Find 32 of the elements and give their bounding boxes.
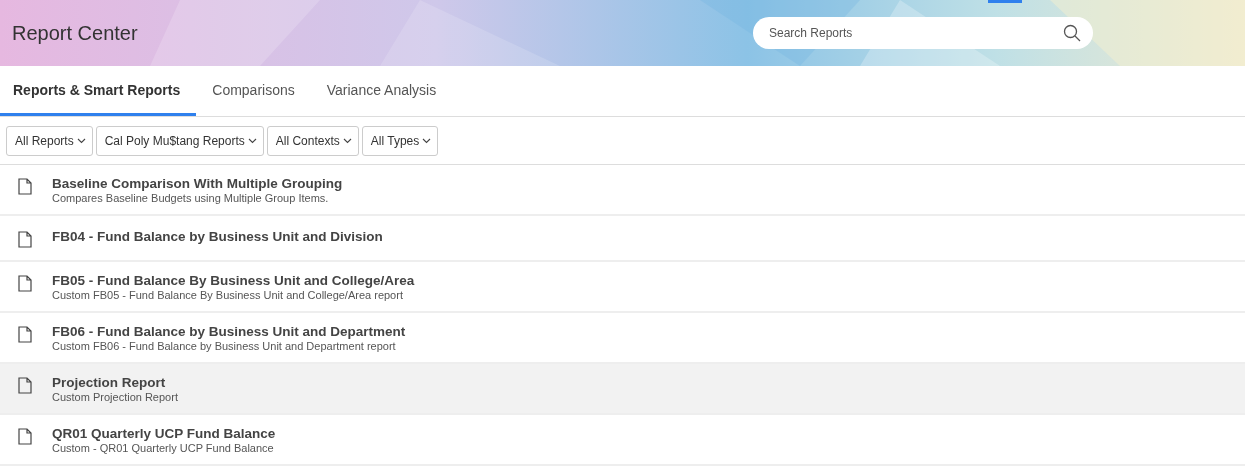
document-icon xyxy=(18,275,32,292)
tab[interactable]: Comparisons xyxy=(196,66,311,116)
tab[interactable]: Variance Analysis xyxy=(310,66,453,116)
document-icon xyxy=(18,231,32,248)
chevron-down-icon xyxy=(247,138,257,144)
report-description: Custom FB05 - Fund Balance By Business Unit and College/Area report xyxy=(52,289,404,301)
report-title: Baseline Comparison With Multiple Grouping xyxy=(52,176,343,191)
filter-dropdown[interactable]: All Reports xyxy=(6,126,93,156)
filter-dropdown[interactable]: All Contexts xyxy=(266,126,359,156)
report-title: FB06 - Fund Balance by Business Unit and Department xyxy=(52,324,406,339)
document-icon xyxy=(18,428,32,445)
report-description: Custom - QR01 Quarterly UCP Fund Balance xyxy=(52,442,275,454)
report-title: FB05 - Fund Balance By Business Unit and College/Area xyxy=(52,273,415,288)
report-description: Custom Projection Report xyxy=(52,391,178,403)
document-icon xyxy=(18,377,32,394)
filter-dropdown[interactable]: Cal Poly Mu$tang Reports xyxy=(95,126,264,156)
tab[interactable]: Reports & Smart Reports xyxy=(0,66,197,116)
search-icon[interactable] xyxy=(1063,24,1081,42)
filter-dropdown[interactable]: All Types xyxy=(361,126,439,156)
document-icon xyxy=(18,326,32,343)
report-description: Compares Baseline Budgets using Multiple Group Items. xyxy=(52,192,330,204)
chevron-down-icon xyxy=(76,138,86,144)
report-description: Custom FB06 - Fund Balance by Business Unit and Department report xyxy=(52,340,397,352)
report-title: Projection Report xyxy=(52,375,167,390)
page-title: Report Center xyxy=(12,21,138,45)
report-title: FB04 - Fund Balance by Business Unit and Division xyxy=(52,229,383,244)
search-field[interactable]: Search Reports xyxy=(753,17,1093,49)
chevron-down-icon xyxy=(422,138,432,144)
chevron-down-icon xyxy=(342,138,352,144)
report-row[interactable]: Projection Report Custom Projection Report xyxy=(0,364,1245,415)
report-title: QR01 Quarterly UCP Fund Balance xyxy=(52,426,276,441)
document-icon xyxy=(18,178,32,195)
